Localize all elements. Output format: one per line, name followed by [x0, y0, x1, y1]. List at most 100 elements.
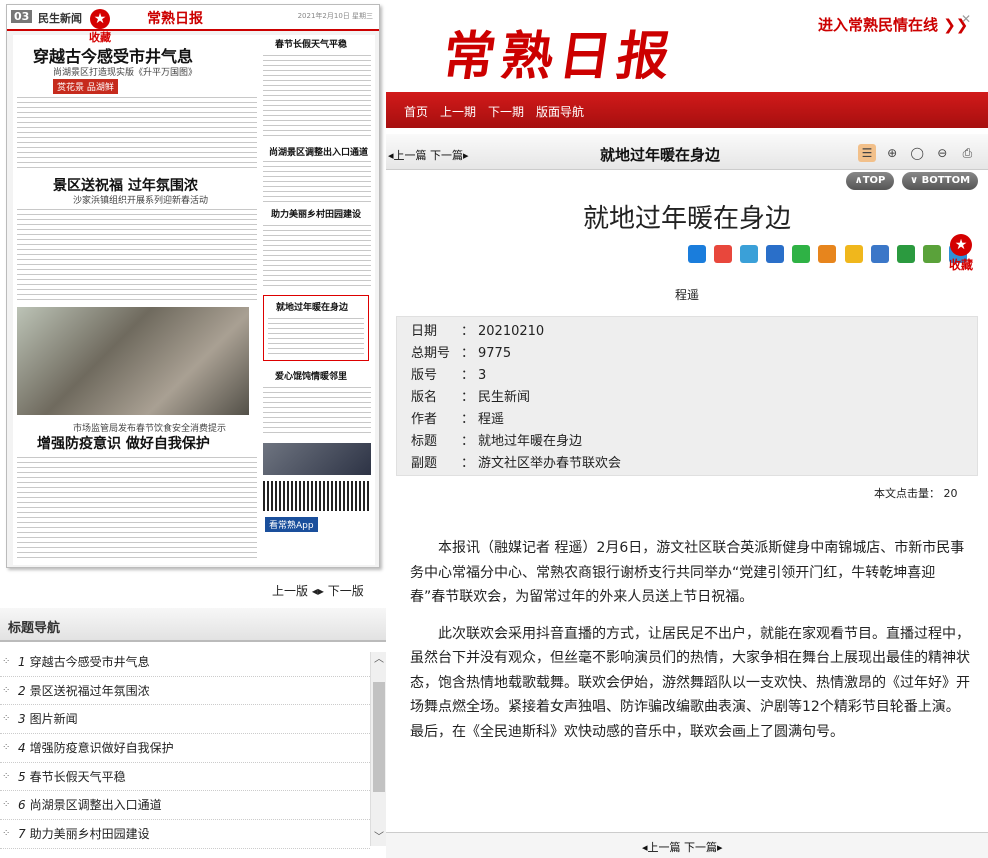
newspaper-page-thumbnail[interactable]: 03 民生新闻 常熟日报 2021年2月10日 星期三 ★ 收藏 穿越古今感受市… — [6, 4, 380, 568]
thumb-text-block — [268, 316, 364, 356]
article-tools: ☰ ⊕ ◯ ⊖ ⎙ — [858, 142, 978, 162]
title-nav-item[interactable]: ⁘ 7 助力美丽乡村田园建设 — [0, 820, 370, 849]
meta-date: 日期： 20210210 — [411, 324, 545, 339]
prev-article-link[interactable]: 上一篇 — [394, 149, 427, 162]
nav-next-issue[interactable]: 下一期 — [488, 103, 524, 120]
bullet-icon: ⁘ — [2, 799, 11, 811]
nav-layout[interactable]: 版面导航 — [536, 103, 584, 120]
nav-prev-issue[interactable]: 上一期 — [440, 103, 476, 120]
click-count-label: 本文点击量： — [874, 487, 940, 500]
meta-issue: 总期号： 9775 — [411, 346, 512, 361]
thumbnail-body: 穿越古今感受市井气息 尚湖景区打造现实版《升平万国图》 赏花景 品湖鲜 景区送祝… — [13, 35, 375, 565]
title-nav-item[interactable]: ⁘ 6 尚湖景区调整出入口通道 — [0, 791, 370, 821]
thumb-app-label: 看常熟App — [265, 517, 318, 532]
article-prev-next: ◂上一篇 下一篇▸ — [388, 147, 469, 163]
item-num: 5 — [18, 769, 26, 784]
wechat-icon[interactable] — [792, 245, 811, 263]
title-nav-heading: 标题导航 — [8, 621, 61, 636]
zoom-reset-icon[interactable]: ◯ — [908, 144, 926, 162]
bullet-icon: ⁘ — [2, 656, 11, 667]
thumb-text-block — [17, 455, 257, 561]
meta-page: 版号： 3 — [411, 368, 487, 383]
kaixin-icon[interactable] — [818, 245, 837, 263]
zoom-in-icon[interactable]: ⊕ — [883, 144, 901, 162]
thumb-headline-2[interactable]: 景区送祝福 过年氛围浓 — [53, 175, 198, 195]
item-num: 4 — [18, 741, 26, 756]
weibo-icon[interactable] — [714, 245, 733, 263]
tqq-icon[interactable] — [844, 245, 863, 263]
item-label: 尚湖景区调整出入口通道 — [29, 798, 162, 813]
article-meta: 日期： 20210210 总期号： 9775 版号： 3 版名：民生新闻 作者：程遥 … — [396, 316, 978, 476]
site-logo[interactable]: 常熟日报 — [439, 14, 682, 89]
bottom-button[interactable]: ∨ BOTTOM — [902, 172, 978, 190]
thumbnail-date: 2021年2月10日 星期三 — [297, 12, 373, 20]
baidu-icon[interactable] — [870, 245, 889, 263]
favorite-label: 收藏 — [948, 258, 973, 272]
title-nav-item[interactable]: ⁘ 3 图片新闻 — [0, 705, 370, 735]
title-nav-item[interactable]: ⁘ 5 春节长假天气平稳 — [0, 763, 370, 792]
article-bar-title: 就地过年暖在身边 — [600, 146, 721, 164]
thumb-text-block — [17, 95, 257, 169]
item-num: 1 — [18, 655, 26, 669]
bottom-next-link[interactable]: 下一篇 — [684, 841, 717, 854]
favorite-button[interactable]: ★ 收藏 — [85, 9, 115, 45]
bullet-icon: ⁘ — [2, 713, 11, 725]
meta-subtitle: 副题：游文社区举办春节联欢会 — [411, 456, 622, 471]
bullet-icon: ⁘ — [2, 770, 11, 782]
next-page-link[interactable]: 下一版 — [328, 584, 364, 598]
thumb-right-hl-1[interactable]: 春节长假天气平稳 — [275, 37, 347, 50]
print-icon[interactable]: ⎙ — [958, 144, 976, 162]
zoom-out-icon[interactable]: ⊖ — [933, 144, 951, 162]
right-panel: 常熟日报 进入常熟民情在线 ❯❯ ✕ 首页 上一期 下一期 版面导航 ◂上一篇 … — [386, 0, 988, 858]
title-nav-scrollbar[interactable]: ︿ ﹀ — [370, 652, 386, 846]
douban-icon[interactable] — [896, 245, 915, 263]
title-nav-item[interactable]: ⁘ 2 景区送祝福过年氛围浓 — [0, 677, 370, 706]
bullet-icon: ⁘ — [2, 828, 11, 840]
triangle-right-icon: ▸ — [717, 841, 723, 854]
current-article-highlight[interactable]: 就地过年暖在身边 — [263, 295, 369, 361]
thumb-right-hl-2[interactable]: 尚湖景区调整出入口通道 — [269, 145, 368, 158]
top-navigation: 首页 上一期 下一期 版面导航 — [386, 92, 988, 128]
title-nav-item[interactable]: ⁘ 4 增强防疫意识做好自我保护 — [0, 734, 370, 763]
list-icon[interactable]: ☰ — [858, 144, 876, 162]
thumb-right-hl-5[interactable]: 爱心馄饨情暖邻里 — [275, 369, 347, 382]
renren-icon[interactable] — [766, 245, 785, 263]
thumb-headline-3[interactable]: 增强防疫意识 做好自我保护 — [37, 433, 210, 453]
share-more-icon[interactable] — [688, 245, 706, 263]
bottom-prev-next: ◂上一篇 下一篇▸ — [642, 839, 723, 855]
top-button[interactable]: ∧TOP — [846, 172, 894, 190]
article-body: 本报讯（融媒记者 程遥）2月6日，游文社区联合英派斯健身中南锦城店、市新市民事务… — [410, 536, 970, 756]
star-icon: ★ — [90, 9, 110, 29]
pengyou-icon[interactable] — [922, 245, 941, 263]
article-favorite-button[interactable]: ★ 收藏 — [946, 234, 976, 273]
qzone-icon[interactable] — [740, 245, 759, 263]
thumb-ad — [263, 443, 371, 475]
page-number: 03 — [11, 10, 33, 23]
masthead: 常熟日报 进入常熟民情在线 ❯❯ ✕ — [386, 0, 988, 92]
chevron-down-icon[interactable]: ﹀ — [371, 830, 387, 846]
close-icon[interactable]: ✕ — [961, 12, 971, 26]
bottom-prev-link[interactable]: 上一篇 — [648, 841, 681, 854]
thumb-right-hl-3[interactable]: 助力美丽乡村田园建设 — [271, 207, 361, 220]
page-name: 民生新闻 — [38, 12, 82, 25]
chevron-up-icon[interactable]: ︿ — [371, 652, 387, 668]
prev-page-link[interactable]: 上一版 — [272, 584, 308, 598]
click-count: 本文点击量： 20 — [874, 485, 958, 501]
thumb-headline-main-sub: 尚湖景区打造现实版《升平万国图》 — [53, 68, 198, 78]
item-label: 穿越古今感受市井气息 — [29, 655, 150, 669]
scrollbar-thumb[interactable] — [373, 682, 385, 792]
next-article-link[interactable]: 下一篇 — [430, 149, 463, 162]
thumb-text-block — [263, 159, 371, 203]
item-num: 3 — [18, 712, 26, 727]
thumb-text-block — [263, 53, 371, 139]
enter-minqing-link[interactable]: 进入常熟民情在线 ❯❯ — [818, 14, 968, 35]
thumb-headline-main[interactable]: 穿越古今感受市井气息 — [33, 43, 193, 67]
bullet-icon: ⁘ — [2, 684, 11, 696]
bottom-article-nav: ◂上一篇 下一篇▸ — [386, 832, 988, 858]
thumb-photo[interactable] — [17, 307, 249, 415]
title-nav-item[interactable]: ⁘ 1 穿越古今感受市井气息 — [0, 648, 370, 677]
item-num: 2 — [18, 683, 26, 698]
nav-home[interactable]: 首页 — [404, 103, 428, 120]
thumb-right-hl-4: 就地过年暖在身边 — [276, 303, 349, 313]
thumbnail-logo: 常熟日报 — [147, 11, 203, 27]
